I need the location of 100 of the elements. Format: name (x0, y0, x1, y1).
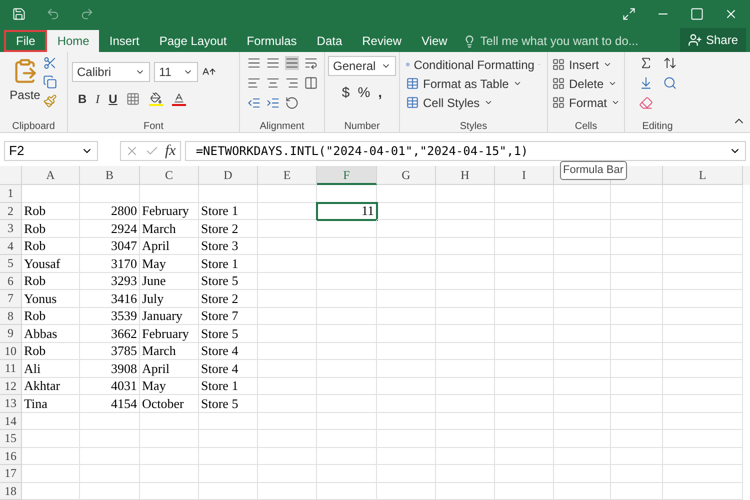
tell-me-field[interactable]: Tell me what you want to do... (463, 30, 638, 52)
ribbon-tab[interactable]: Formulas (236, 30, 307, 52)
table-cell[interactable] (258, 185, 317, 202)
ribbon-display-icon[interactable] (622, 7, 636, 21)
table-cell[interactable] (611, 290, 663, 308)
table-cell[interactable] (663, 185, 743, 202)
table-cell[interactable] (554, 412, 611, 430)
column-header[interactable]: H (436, 166, 495, 185)
styles-menu-button[interactable]: Cell Styles (406, 93, 541, 112)
row-header[interactable]: 2 (0, 202, 22, 220)
column-header[interactable]: L (663, 166, 743, 185)
table-cell[interactable] (317, 308, 377, 325)
table-cell[interactable] (554, 290, 611, 308)
table-cell[interactable] (611, 220, 663, 238)
table-cell[interactable] (663, 395, 743, 412)
formula-field[interactable]: =NETWORKDAYS.INTL("2024-04-01","2024-04-15",1) (184, 141, 746, 161)
row-header[interactable]: 4 (0, 238, 22, 255)
table-cell[interactable] (554, 448, 611, 465)
table-cell[interactable]: Store 5 (199, 272, 258, 290)
table-cell[interactable]: Rob (22, 272, 80, 290)
table-cell[interactable] (554, 465, 611, 482)
table-cell[interactable]: Ali (22, 360, 80, 378)
table-cell[interactable] (317, 255, 377, 272)
table-cell[interactable] (436, 202, 495, 220)
table-cell[interactable] (436, 220, 495, 238)
table-cell[interactable] (377, 202, 436, 220)
table-cell[interactable] (317, 220, 377, 238)
table-cell[interactable] (495, 290, 554, 308)
table-cell[interactable] (258, 430, 317, 448)
table-cell[interactable] (199, 482, 258, 500)
table-cell[interactable] (663, 238, 743, 255)
table-cell[interactable] (495, 202, 554, 220)
table-cell[interactable]: February (140, 202, 199, 220)
table-cell[interactable] (611, 482, 663, 500)
table-cell[interactable] (663, 412, 743, 430)
table-cell[interactable]: July (140, 290, 199, 308)
row-header[interactable]: 14 (0, 412, 22, 430)
table-cell[interactable] (377, 465, 436, 482)
ribbon-tab[interactable]: Data (306, 30, 352, 52)
comma-button[interactable]: , (378, 82, 382, 103)
table-cell[interactable] (377, 325, 436, 342)
table-cell[interactable] (663, 430, 743, 448)
table-cell[interactable] (436, 412, 495, 430)
orientation-icon[interactable] (284, 96, 298, 110)
table-cell[interactable]: Store 1 (199, 202, 258, 220)
table-cell[interactable] (436, 360, 495, 378)
table-cell[interactable] (377, 430, 436, 448)
cut-icon[interactable] (43, 56, 58, 70)
font-size-field[interactable]: 11 (154, 62, 198, 82)
table-cell[interactable] (663, 290, 743, 308)
table-cell[interactable] (611, 238, 663, 255)
table-cell[interactable] (554, 308, 611, 325)
table-cell[interactable] (258, 308, 317, 325)
name-box[interactable]: F2 (4, 141, 98, 161)
merge-icon[interactable] (304, 76, 318, 90)
row-header[interactable]: 7 (0, 290, 22, 308)
table-cell[interactable] (611, 342, 663, 360)
underline-button[interactable]: U (108, 90, 118, 108)
table-cell[interactable] (258, 255, 317, 272)
ribbon-tab[interactable]: File (4, 30, 48, 52)
row-header[interactable]: 12 (0, 378, 22, 395)
close-icon[interactable] (724, 7, 738, 21)
table-cell[interactable] (495, 378, 554, 395)
table-cell[interactable] (495, 255, 554, 272)
table-cell[interactable] (258, 290, 317, 308)
table-cell[interactable] (554, 378, 611, 395)
table-cell[interactable]: October (140, 395, 199, 412)
bold-button[interactable]: B (78, 90, 87, 108)
table-cell[interactable]: 4154 (80, 395, 140, 412)
cells-menu-button[interactable]: Insert (552, 55, 620, 74)
table-cell[interactable] (554, 430, 611, 448)
column-header[interactable]: C (140, 166, 199, 185)
table-cell[interactable] (22, 482, 80, 500)
table-cell[interactable] (495, 342, 554, 360)
table-cell[interactable]: Store 3 (199, 238, 258, 255)
table-cell[interactable]: March (140, 220, 199, 238)
ribbon-tab[interactable]: Insert (99, 30, 150, 52)
table-cell[interactable] (22, 185, 80, 202)
table-cell[interactable] (258, 448, 317, 465)
table-cell[interactable] (258, 238, 317, 255)
column-header[interactable]: A (22, 166, 80, 185)
sort-icon[interactable] (662, 56, 676, 70)
row-header[interactable]: 16 (0, 448, 22, 465)
table-cell[interactable] (140, 185, 199, 202)
align-left-icon[interactable] (246, 76, 260, 90)
table-cell[interactable] (317, 290, 377, 308)
share-button[interactable]: Share (680, 28, 746, 52)
table-cell[interactable]: 3785 (80, 342, 140, 360)
row-header[interactable]: 3 (0, 220, 22, 238)
table-cell[interactable] (258, 325, 317, 342)
table-cell[interactable] (436, 342, 495, 360)
table-cell[interactable] (663, 465, 743, 482)
table-cell[interactable] (495, 238, 554, 255)
table-cell[interactable]: 3539 (80, 308, 140, 325)
table-cell[interactable] (495, 325, 554, 342)
table-cell[interactable]: March (140, 342, 199, 360)
styles-menu-button[interactable]: Format as Table (406, 74, 541, 93)
column-header[interactable]: G (377, 166, 436, 185)
table-cell[interactable] (80, 430, 140, 448)
cancel-icon[interactable] (125, 144, 139, 158)
